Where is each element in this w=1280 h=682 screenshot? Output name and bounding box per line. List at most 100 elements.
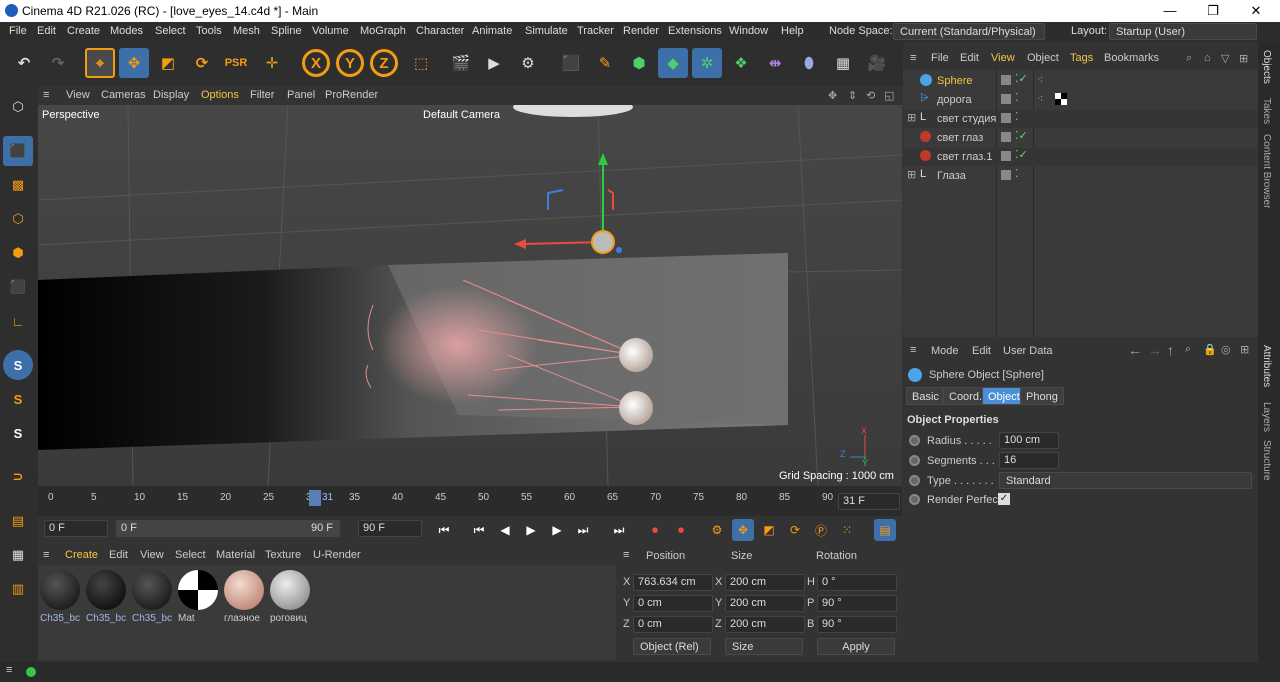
radius-field[interactable]: 100 cm bbox=[999, 432, 1059, 449]
transform-icon[interactable]: ✛ bbox=[257, 48, 287, 78]
node-space-dropdown[interactable]: Current (Standard/Physical) bbox=[893, 23, 1045, 40]
texture-mode-icon[interactable]: ▩ bbox=[3, 170, 33, 200]
object-menu-object[interactable]: Object bbox=[1027, 52, 1059, 64]
object-menu-view[interactable]: View bbox=[991, 52, 1015, 64]
restore-button[interactable]: ❐ bbox=[1193, 2, 1233, 20]
y-axis-lock-icon[interactable]: Y bbox=[336, 49, 364, 77]
coordinate-system-icon[interactable]: ⬚ bbox=[406, 48, 436, 78]
position-z-field[interactable]: 0 cm bbox=[633, 616, 713, 633]
timeline-playhead[interactable] bbox=[309, 490, 321, 506]
render-to-picture-viewer-icon[interactable]: ▶ bbox=[479, 48, 509, 78]
play-icon[interactable]: ▶ bbox=[520, 519, 542, 541]
size-x-field[interactable]: 200 cm bbox=[725, 574, 805, 591]
viewport-hamburger-icon[interactable]: ≡ bbox=[43, 89, 49, 101]
live-selection-icon[interactable]: ⌖ bbox=[85, 48, 115, 78]
floor-grid-icon[interactable]: ▤ bbox=[3, 506, 33, 536]
radio-icon[interactable] bbox=[909, 494, 920, 505]
material-menu-create[interactable]: Create bbox=[65, 549, 98, 561]
eye-sphere-1[interactable] bbox=[619, 338, 653, 372]
menu-window[interactable]: Window bbox=[729, 25, 768, 37]
menu-edit[interactable]: Edit bbox=[37, 25, 56, 37]
size-z-field[interactable]: 200 cm bbox=[725, 616, 805, 633]
tab-phong[interactable]: Phong bbox=[1020, 387, 1064, 405]
menu-help[interactable]: Help bbox=[781, 25, 804, 37]
material-menu-edit[interactable]: Edit bbox=[109, 549, 128, 561]
material-menu-texture[interactable]: Texture bbox=[265, 549, 301, 561]
field-icon[interactable]: ⬮ bbox=[794, 48, 824, 78]
viewport-rotate-icon[interactable]: ⟲ bbox=[866, 89, 875, 102]
go-to-start-icon[interactable]: ⏮ bbox=[433, 519, 455, 541]
object-row-sphere[interactable]: Sphere ⁚✓ ⁖ bbox=[903, 72, 1258, 90]
attr-menu-userdata[interactable]: User Data bbox=[1003, 345, 1053, 357]
model-mode-icon[interactable]: ⬛ bbox=[3, 136, 33, 166]
material-item[interactable]: Mat bbox=[178, 570, 218, 630]
key-rotation-icon[interactable]: ⟳ bbox=[784, 519, 806, 541]
timeline-window-icon[interactable]: ▤ bbox=[874, 519, 896, 541]
visibility-icon[interactable] bbox=[1001, 151, 1011, 161]
menu-select[interactable]: Select bbox=[155, 25, 186, 37]
type-dropdown[interactable]: Standard bbox=[999, 472, 1252, 489]
mograph-icon[interactable]: ❖ bbox=[726, 48, 756, 78]
go-to-end-icon[interactable]: ⏭ bbox=[608, 519, 630, 541]
position-x-field[interactable]: 763.634 cm bbox=[633, 574, 713, 591]
rotation-b-field[interactable]: 90 ° bbox=[817, 616, 897, 633]
viewport-maximize-icon[interactable]: ◱ bbox=[884, 89, 894, 102]
key-pla-icon[interactable]: ⁙ bbox=[836, 519, 858, 541]
side-tab-objects[interactable]: Objects bbox=[1261, 50, 1272, 84]
enabled-check-icon[interactable]: ⁚✓ bbox=[1015, 148, 1028, 161]
visibility-icon[interactable] bbox=[1001, 132, 1011, 142]
size-y-field[interactable]: 200 cm bbox=[725, 595, 805, 612]
visibility-icon[interactable] bbox=[1001, 75, 1011, 85]
viewport-move-icon[interactable]: ✥ bbox=[828, 89, 837, 102]
material-item[interactable]: роговиц bbox=[270, 570, 310, 630]
coord-mode-dropdown[interactable]: Object (Rel) bbox=[633, 638, 711, 655]
menu-create[interactable]: Create bbox=[67, 25, 100, 37]
polygons-mode-icon[interactable]: ⬛ bbox=[3, 272, 33, 302]
floor-icon[interactable]: ▦ bbox=[828, 48, 858, 78]
viewport-menu-panel[interactable]: Panel bbox=[287, 89, 315, 101]
cube-icon[interactable]: ⬛ bbox=[556, 48, 586, 78]
rotation-h-field[interactable]: 0 ° bbox=[817, 574, 897, 591]
points-mode-icon[interactable]: ⬡ bbox=[3, 204, 33, 234]
attr-menu-edit[interactable]: Edit bbox=[972, 345, 991, 357]
enabled-check-icon[interactable]: ⁚✓ bbox=[1015, 72, 1028, 85]
current-frame-field[interactable]: 31 F bbox=[838, 493, 900, 510]
expand-icon[interactable]: ⊞ bbox=[907, 111, 916, 124]
material-item[interactable]: Ch35_bc bbox=[40, 570, 80, 630]
attr-hamburger-icon[interactable]: ≡ bbox=[910, 344, 916, 356]
move-icon[interactable]: ✥ bbox=[119, 48, 149, 78]
viewport-menu-filter[interactable]: Filter bbox=[250, 89, 274, 101]
enabled-dots-icon[interactable]: ⁚ bbox=[1015, 91, 1019, 104]
menu-extensions[interactable]: Extensions bbox=[668, 25, 722, 37]
record-icon[interactable]: ⏺ bbox=[644, 519, 666, 541]
key-position-icon[interactable]: ✥ bbox=[732, 519, 754, 541]
object-hamburger-icon[interactable]: ≡ bbox=[910, 52, 916, 64]
side-tab-attributes[interactable]: Attributes bbox=[1261, 345, 1272, 387]
viewport-menu-prorender[interactable]: ProRender bbox=[325, 89, 378, 101]
status-hamburger-icon[interactable]: ≡ bbox=[6, 664, 12, 676]
timeline[interactable]: 051015202530354045505560657075808590 31 … bbox=[38, 486, 902, 516]
up-arrow-icon[interactable]: ↑ bbox=[1167, 342, 1174, 358]
radio-icon[interactable] bbox=[909, 435, 920, 446]
expand-icon[interactable]: ⊞ bbox=[907, 168, 916, 181]
undo-icon[interactable]: ↶ bbox=[9, 48, 39, 78]
magnet-icon[interactable]: ⊃ bbox=[3, 462, 33, 492]
material-menu-material[interactable]: Material bbox=[216, 549, 255, 561]
coord-hamburger-icon[interactable]: ≡ bbox=[623, 549, 629, 561]
material-tag-icon[interactable]: ⁖ bbox=[1037, 73, 1043, 86]
deformer-icon[interactable]: ⇹ bbox=[760, 48, 790, 78]
position-y-field[interactable]: 0 cm bbox=[633, 595, 713, 612]
next-frame-icon[interactable]: ▶ bbox=[546, 519, 568, 541]
search-icon[interactable]: ⌕ bbox=[1185, 343, 1191, 356]
camera-label[interactable]: Default Camera bbox=[423, 109, 500, 121]
keyframe-selection-icon[interactable]: ⚙ bbox=[706, 519, 728, 541]
viewport-menu-display[interactable]: Display bbox=[153, 89, 189, 101]
next-keyframe-icon[interactable]: ⏭ bbox=[572, 519, 594, 541]
menu-animate[interactable]: Animate bbox=[472, 25, 512, 37]
attr-menu-mode[interactable]: Mode bbox=[931, 345, 959, 357]
target-icon[interactable]: ◎ bbox=[1221, 343, 1231, 356]
object-row-road[interactable]: ⩥ дорога ⁚ ⁖ bbox=[903, 91, 1258, 109]
object-row-studio-light[interactable]: ⊞ L свет студия ⁚ bbox=[903, 110, 1258, 128]
back-arrow-icon[interactable]: ← bbox=[1128, 342, 1142, 358]
frame-range-slider[interactable]: 0 F 90 F bbox=[116, 520, 340, 537]
